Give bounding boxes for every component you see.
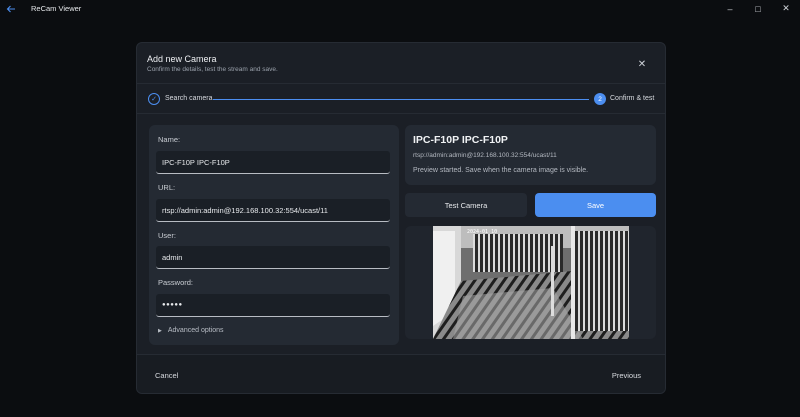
- url-value: rtsp://admin:admin@192.168.100.32:554/uc…: [162, 205, 328, 215]
- previous-button[interactable]: Previous: [604, 368, 649, 382]
- user-value: admin: [162, 252, 183, 262]
- camera-url: rtsp://admin:admin@192.168.100.32:554/uc…: [413, 152, 557, 159]
- dialog-footer: Cancel Previous: [137, 354, 665, 393]
- title-bar: ReCam Viewer – □ ✕: [0, 0, 800, 17]
- dialog-subtitle: Confirm the details, test the stream and…: [147, 66, 278, 73]
- password-label: Password:: [158, 278, 194, 287]
- back-arrow-icon: [6, 5, 15, 12]
- chevron-right-icon: ▶: [158, 327, 162, 334]
- back-button[interactable]: [0, 0, 22, 17]
- header-divider: [137, 83, 665, 84]
- camera-preview-image: 2024-01 10: [433, 226, 629, 339]
- window-close-button[interactable]: ✕: [772, 0, 800, 17]
- preview-timestamp: 2024-01 10: [467, 229, 497, 235]
- advanced-options-toggle[interactable]: ▶ Advanced options: [158, 327, 224, 334]
- step-search-camera[interactable]: Search camera: [165, 95, 212, 102]
- camera-info-card: IPC-F10P IPC-F10P rtsp://admin:admin@192…: [405, 125, 656, 185]
- test-camera-button[interactable]: Test Camera: [405, 193, 527, 217]
- user-input[interactable]: admin: [156, 246, 390, 269]
- name-label: Name:: [158, 135, 181, 144]
- name-value: IPC-F10P IPC-F10P: [162, 157, 230, 167]
- dialog-close-button[interactable]: ✕: [635, 57, 649, 71]
- step-done-check-icon: ✓: [148, 93, 160, 105]
- window-close-icon: ✕: [782, 3, 790, 13]
- dialog-title: Add new Camera: [147, 54, 217, 64]
- advanced-options-label: Advanced options: [167, 327, 224, 334]
- preview-status: Preview started. Save when the camera im…: [413, 167, 589, 174]
- maximize-button[interactable]: □: [744, 0, 772, 17]
- minimize-button[interactable]: –: [716, 0, 744, 17]
- camera-preview: 2024-01 10: [405, 226, 656, 339]
- password-value: ●●●●●: [162, 302, 183, 308]
- url-input[interactable]: rtsp://admin:admin@192.168.100.32:554/uc…: [156, 199, 390, 222]
- user-label: User:: [158, 231, 176, 240]
- password-input[interactable]: ●●●●●: [156, 294, 390, 317]
- app-title: ReCam Viewer: [31, 4, 82, 13]
- window-controls: – □ ✕: [716, 0, 800, 17]
- save-button[interactable]: Save: [535, 193, 656, 217]
- step-confirm-test: Confirm & test: [610, 95, 655, 102]
- step-2-marker: 2: [598, 95, 602, 103]
- camera-name: IPC-F10P IPC-F10P: [413, 134, 508, 146]
- add-camera-dialog: Add new Camera Confirm the details, test…: [136, 42, 666, 394]
- name-input[interactable]: IPC-F10P IPC-F10P: [156, 151, 390, 174]
- step-2-indicator: 2: [594, 93, 606, 105]
- step-1-marker: ✓: [151, 96, 157, 103]
- stepper-progress-line: [213, 99, 589, 100]
- minimize-icon: –: [727, 3, 733, 14]
- camera-form-card: Name: IPC-F10P IPC-F10P URL: rtsp://admi…: [149, 125, 399, 345]
- cancel-button[interactable]: Cancel: [147, 368, 186, 382]
- close-icon: ✕: [637, 58, 647, 70]
- maximize-icon: □: [755, 3, 761, 14]
- stepper-divider: [137, 113, 665, 114]
- url-label: URL:: [158, 183, 176, 192]
